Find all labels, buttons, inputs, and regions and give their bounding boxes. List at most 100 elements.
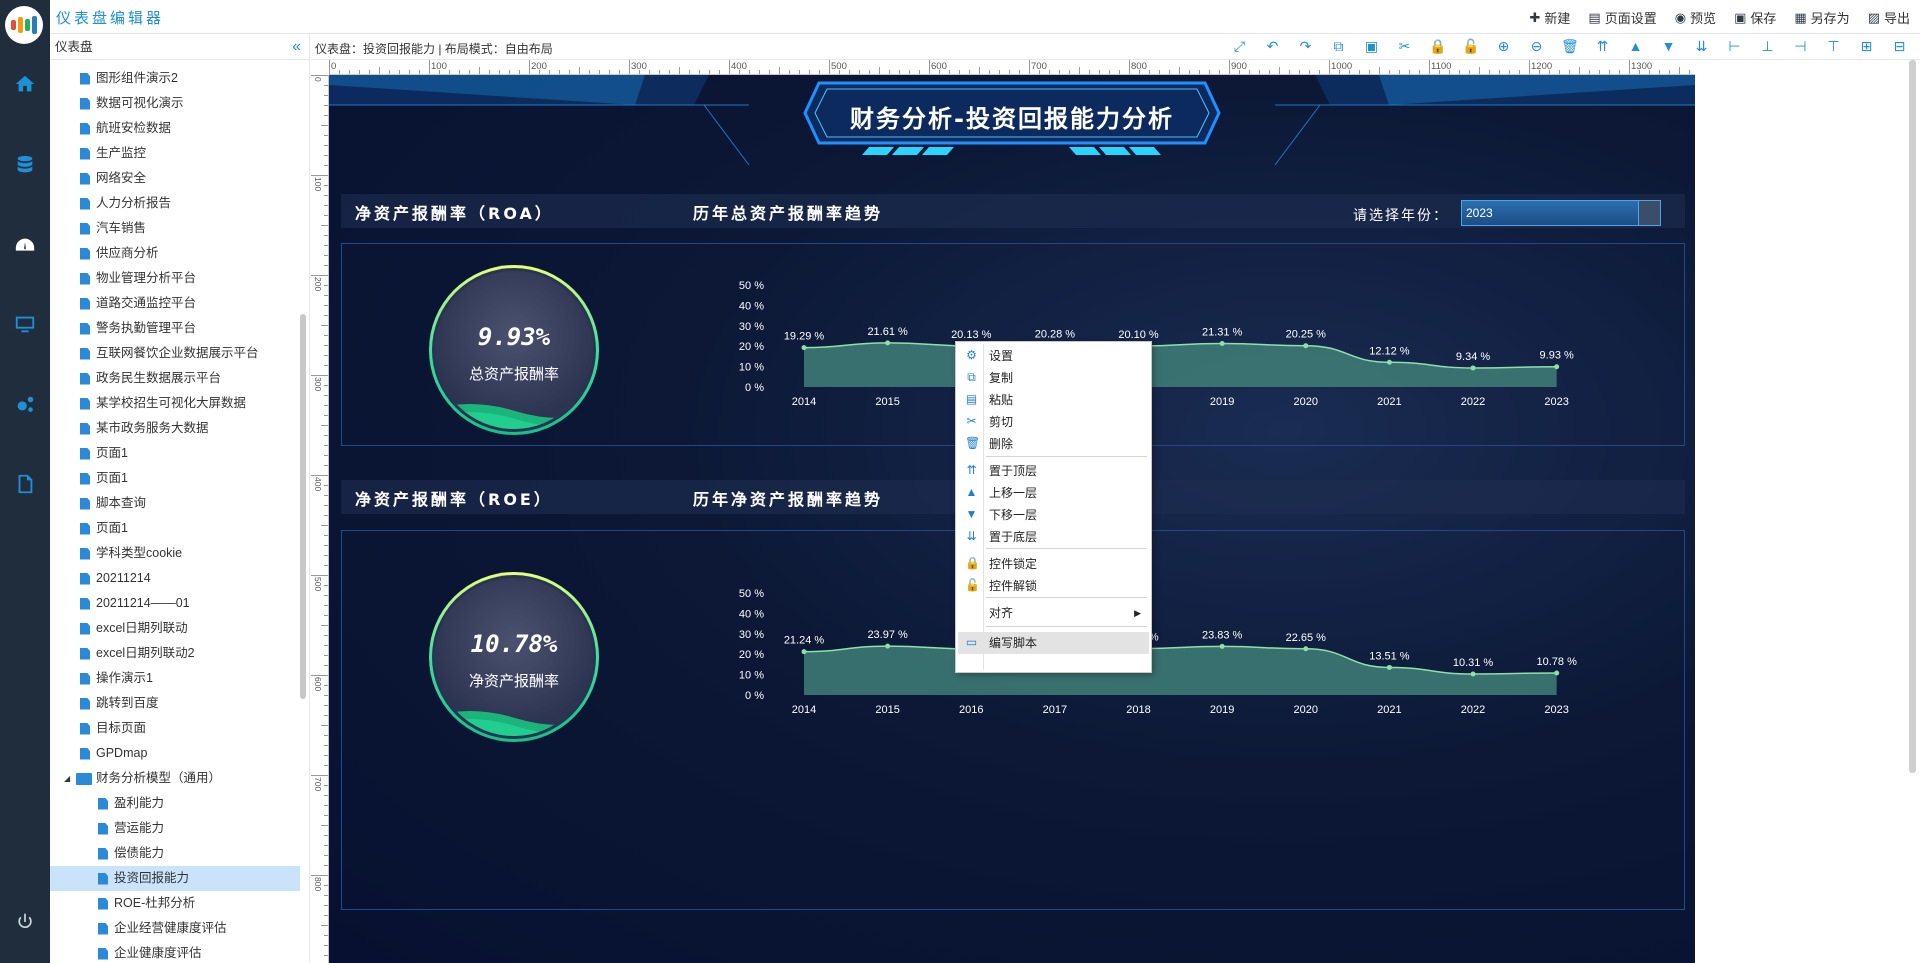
tree-item[interactable]: 页面1	[50, 466, 300, 491]
top-action-1[interactable]: ▤ 页面设置	[1588, 8, 1656, 27]
tree-item[interactable]: 20211214——01	[50, 591, 300, 616]
data-point[interactable]	[1303, 646, 1309, 652]
data-point[interactable]	[801, 649, 807, 655]
align-center-icon[interactable]: ⊥	[1759, 39, 1776, 54]
move-up-icon[interactable]: ▲	[1627, 39, 1644, 54]
lock-icon[interactable]: 🔒	[1429, 39, 1446, 54]
tree-item[interactable]: ROE-杜邦分析	[50, 891, 300, 916]
menu-item-5[interactable]: ⇈ 置于顶层	[958, 460, 1149, 482]
data-point[interactable]	[1386, 359, 1392, 365]
undo-icon[interactable]: ↶	[1264, 39, 1281, 54]
menu-item-7[interactable]: ▼ 下移一层	[958, 504, 1149, 526]
tree-item[interactable]: excel日期列联动	[50, 616, 300, 641]
tree-item[interactable]: 物业管理分析平台	[50, 266, 300, 291]
tree-item[interactable]: ◢ 财务分析模型（通用）	[50, 766, 300, 791]
tree-item[interactable]: 数据可视化演示	[50, 91, 300, 116]
data-point[interactable]	[1219, 341, 1225, 347]
tree-item[interactable]: 操作演示1	[50, 666, 300, 691]
monitor-icon[interactable]	[0, 304, 50, 344]
top-action-0[interactable]: ✚ 新建	[1529, 8, 1570, 27]
tree-item[interactable]: 页面1	[50, 441, 300, 466]
align-top-icon[interactable]: ⊤	[1825, 39, 1842, 54]
roe-trend-chart[interactable]: 50 % 40 % 30 % 20 % 10 % 0 % 21.24 % 2014 23.97 …	[719, 573, 1619, 733]
top-action-4[interactable]: ▦ 另存为	[1794, 8, 1849, 27]
tree-item[interactable]: 道路交通监控平台	[50, 291, 300, 316]
tree-item[interactable]: 互联网餐饮企业数据展示平台	[50, 341, 300, 366]
tree-item[interactable]: 投资回报能力	[50, 866, 300, 891]
tree-item[interactable]: 生产监控	[50, 141, 300, 166]
menu-item-2[interactable]: ▤ 粘贴	[958, 389, 1149, 411]
zoom-out-icon[interactable]: ⊖	[1528, 39, 1545, 54]
data-point[interactable]	[885, 340, 891, 346]
data-point[interactable]	[1303, 343, 1309, 349]
data-point[interactable]	[1470, 365, 1476, 371]
menu-item-6[interactable]: ▲ 上移一层	[958, 482, 1149, 504]
align-middle-icon[interactable]: ⊞	[1858, 39, 1875, 54]
tree-item[interactable]: 脚本查询	[50, 491, 300, 516]
tree-item[interactable]: 盈利能力	[50, 791, 300, 816]
tree-item[interactable]: 网络安全	[50, 166, 300, 191]
tree-item[interactable]: 某市政务服务大数据	[50, 416, 300, 441]
data-point[interactable]	[1554, 670, 1560, 676]
roe-gauge[interactable]: 10.78% 净资产报酬率	[429, 572, 599, 742]
menu-item-1[interactable]: ⧉ 复制	[958, 367, 1149, 389]
send-to-back-icon[interactable]: ⇊	[1693, 39, 1710, 54]
menu-item-4[interactable]: 🗑 删除	[958, 433, 1149, 455]
year-select[interactable]: 2023	[1461, 200, 1661, 226]
double-chevron-left-icon[interactable]: «	[292, 34, 301, 60]
top-action-5[interactable]: ▨ 导出	[1868, 8, 1910, 27]
top-action-3[interactable]: ▣ 保存	[1734, 8, 1776, 27]
page-scrollbar[interactable]	[1909, 60, 1916, 773]
copy-icon[interactable]: ⧉	[1330, 39, 1347, 54]
tree-item[interactable]: 偿债能力	[50, 841, 300, 866]
tree-item[interactable]: 跳转到百度	[50, 691, 300, 716]
zoom-in-icon[interactable]: ⊕	[1495, 39, 1512, 54]
pdf-icon[interactable]	[0, 464, 50, 504]
align-bottom-icon[interactable]: ⊟	[1891, 39, 1908, 54]
data-point[interactable]	[1219, 643, 1225, 649]
menu-item-11[interactable]: 对齐 ▶	[958, 602, 1149, 624]
data-point[interactable]	[801, 345, 807, 351]
tree-item[interactable]: 企业经营健康度评估	[50, 916, 300, 941]
menu-item-8[interactable]: ⇊ 置于底层	[958, 526, 1149, 548]
tree-item[interactable]: 警务执勤管理平台	[50, 316, 300, 341]
menu-item-9[interactable]: 🔒 控件锁定	[958, 553, 1149, 575]
gears-icon[interactable]	[0, 385, 50, 425]
paste-icon[interactable]: ▣	[1363, 39, 1380, 54]
redo-icon[interactable]: ↷	[1297, 39, 1314, 54]
top-action-2[interactable]: ◉ 预览	[1675, 8, 1716, 27]
unlock-icon[interactable]: 🔓	[1462, 39, 1479, 54]
tree-item[interactable]: GPDmap	[50, 741, 300, 766]
move-down-icon[interactable]: ▼	[1660, 39, 1677, 54]
tree-item[interactable]: 页面1	[50, 516, 300, 541]
year-select-dropdown-button[interactable]	[1638, 201, 1660, 225]
menu-item-0[interactable]: ⚙ 设置	[958, 345, 1149, 367]
tree-item[interactable]: 人力分析报告	[50, 191, 300, 216]
tree-item[interactable]: 学科类型cookie	[50, 541, 300, 566]
menu-item-10[interactable]: 🔓 控件解锁	[958, 575, 1149, 597]
link-icon[interactable]: ⤢	[1231, 39, 1248, 54]
tree-scrollbar[interactable]	[300, 314, 306, 699]
database-icon[interactable]	[0, 145, 50, 185]
tree-item[interactable]: 政务民生数据展示平台	[50, 366, 300, 391]
roa-trend-chart[interactable]: 50 % 40 % 30 % 20 % 10 % 0 % 19.29 % 2014 21.61 …	[719, 265, 1619, 425]
data-point[interactable]	[1554, 364, 1560, 370]
tree-item[interactable]: 汽车销售	[50, 216, 300, 241]
cut-icon[interactable]: ✂	[1396, 39, 1413, 54]
tree-item[interactable]: 某学校招生可视化大屏数据	[50, 391, 300, 416]
tree-item[interactable]: 图形组件演示2	[50, 66, 300, 91]
dashboard-icon[interactable]	[0, 226, 50, 266]
menu-item-3[interactable]: ✂ 剪切	[958, 411, 1149, 433]
tree-item[interactable]: 供应商分析	[50, 241, 300, 266]
data-point[interactable]	[1470, 671, 1476, 677]
data-point[interactable]	[1386, 664, 1392, 670]
tree-item[interactable]: excel日期列联动2	[50, 641, 300, 666]
roa-gauge[interactable]: 9.93% 总资产报酬率	[429, 265, 599, 435]
home-icon[interactable]	[0, 64, 50, 104]
data-point[interactable]	[885, 643, 891, 649]
tree-item[interactable]: 企业健康度评估	[50, 941, 300, 961]
menu-item-12[interactable]: ▭ 编写脚本	[958, 632, 1149, 654]
power-icon[interactable]	[0, 902, 50, 942]
tree-item[interactable]: 20211214	[50, 566, 300, 591]
delete-icon[interactable]: 🗑	[1561, 39, 1579, 54]
